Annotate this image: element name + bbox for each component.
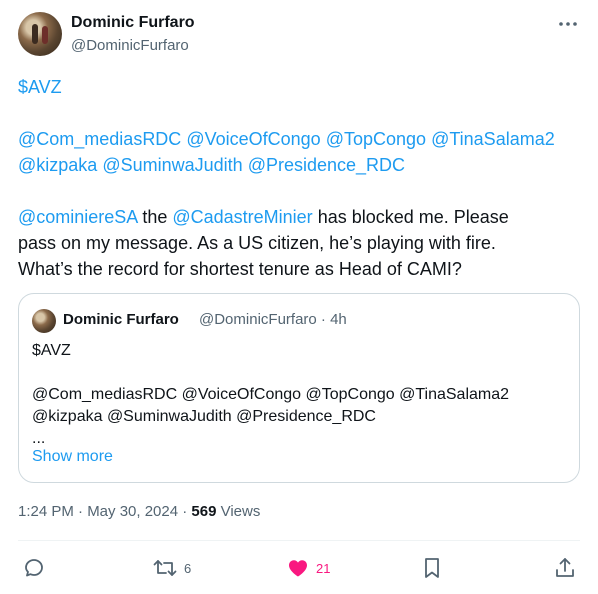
views-label: Views: [216, 503, 261, 520]
tweet-header: Dominic Furfaro @DominicFurfaro: [18, 12, 580, 60]
mention-link[interactable]: @cominiereSA: [18, 207, 137, 227]
tweet-text-fragment: has blocked me. Please: [312, 207, 509, 227]
quoted-author-name: Dominic Furfaro: [63, 311, 179, 328]
actions-divider: [18, 540, 580, 541]
quoted-text-line: @kizpaka @SuminwaJudith @Presidence_RDC: [32, 408, 376, 425]
share-icon: [554, 556, 576, 580]
author-name[interactable]: Dominic Furfaro: [71, 14, 195, 32]
show-more-link[interactable]: Show more: [32, 448, 113, 466]
reply-button[interactable]: [22, 553, 46, 583]
quoted-author-meta: @DominicFurfaro · 4h: [199, 311, 347, 328]
mention-link[interactable]: @TopCongo: [326, 129, 426, 149]
tweet-text-fragment: the: [137, 207, 173, 227]
retweet-icon: [152, 556, 178, 580]
retweet-button[interactable]: 6: [152, 553, 191, 583]
author-avatar[interactable]: [18, 12, 62, 56]
mention-link[interactable]: @VoiceOfCongo: [186, 129, 320, 149]
tweet-text-line: pass on my message. As a US citizen, he’…: [18, 233, 496, 253]
quoted-author-avatar: [32, 309, 56, 333]
mention-link[interactable]: @Presidence_RDC: [248, 155, 405, 175]
quoted-text-line: ...: [32, 430, 46, 447]
mention-link[interactable]: @CadastreMinier: [172, 207, 312, 227]
mention-link[interactable]: @SuminwaJudith: [102, 155, 242, 175]
quoted-tweet-text: $AVZ @Com_mediasRDC @VoiceOfCongo @TopCo…: [32, 340, 568, 450]
tweet-timestamp: 1:24 PM · May 30, 2024 · 569 Views: [18, 503, 260, 520]
retweet-count: 6: [184, 560, 192, 576]
tweet-text-line: What’s the record for shortest tenure as…: [18, 259, 462, 279]
mention-link[interactable]: @TinaSalama2: [431, 129, 555, 149]
author-handle[interactable]: @DominicFurfaro: [71, 37, 189, 54]
cashtag-link[interactable]: $AVZ: [18, 77, 62, 97]
tweet-time[interactable]: 1:24 PM · May 30, 2024 ·: [18, 503, 191, 520]
heart-icon: [286, 556, 310, 580]
quoted-tweet[interactable]: Dominic Furfaro @DominicFurfaro · 4h $AV…: [18, 293, 580, 483]
like-button[interactable]: 21: [286, 553, 330, 583]
action-bar: 6 21: [18, 553, 580, 583]
mention-link[interactable]: @Com_mediasRDC: [18, 129, 181, 149]
bookmark-icon: [422, 556, 442, 580]
share-button[interactable]: [554, 553, 576, 583]
bookmark-button[interactable]: [422, 553, 442, 583]
quoted-text-line: @Com_mediasRDC @VoiceOfCongo @TopCongo @…: [32, 386, 510, 403]
like-count: 21: [316, 560, 331, 576]
more-options-icon[interactable]: [556, 14, 580, 34]
views-count: 569: [191, 503, 217, 520]
reply-icon: [22, 556, 46, 580]
quoted-text-line: $AVZ: [32, 342, 71, 359]
tweet-text: $AVZ @Com_mediasRDC @VoiceOfCongo @TopCo…: [18, 74, 580, 282]
mention-link[interactable]: @kizpaka: [18, 155, 97, 175]
